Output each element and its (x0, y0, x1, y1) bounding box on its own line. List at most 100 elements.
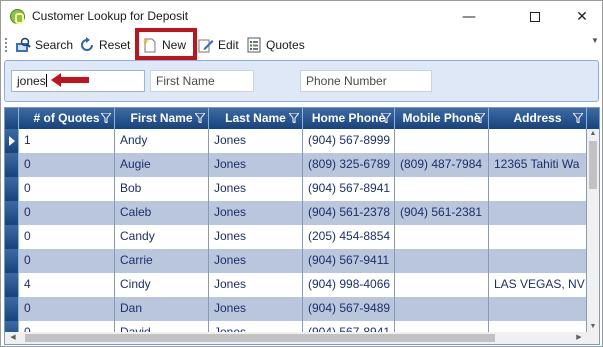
cell-quotes[interactable]: 0 (19, 153, 115, 177)
cell-last-name[interactable]: Jones (209, 297, 303, 321)
cell-mobile-phone[interactable] (395, 249, 489, 273)
first-name-input[interactable]: First Name (150, 70, 254, 92)
text-caret (45, 74, 47, 87)
row-selector[interactable] (5, 249, 19, 273)
filter-icon[interactable] (381, 113, 391, 123)
table-row[interactable]: 1 Andy Jones (904) 567-8999 (5, 129, 587, 153)
cell-quotes[interactable]: 1 (19, 129, 115, 153)
scroll-down-icon[interactable]: ▼ (587, 322, 599, 332)
cell-address[interactable] (489, 225, 587, 249)
horizontal-scroll-thumb[interactable] (25, 334, 495, 342)
cell-mobile-phone[interactable]: (809) 487-7984 (395, 153, 489, 177)
cell-quotes[interactable]: 0 (19, 201, 115, 225)
filter-icon[interactable] (101, 113, 111, 123)
cell-mobile-phone[interactable]: (904) 561-2381 (395, 201, 489, 225)
cell-last-name[interactable]: Jones (209, 201, 303, 225)
cell-address[interactable]: 12365 Tahiti Wa (489, 153, 587, 177)
cell-address[interactable] (489, 249, 587, 273)
table-row[interactable]: 0 Bob Jones (904) 567-8941 (5, 177, 587, 201)
cell-home-phone[interactable]: (904) 567-9411 (303, 249, 395, 273)
cell-first-name[interactable]: Cindy (115, 273, 209, 297)
cell-quotes[interactable]: 0 (19, 249, 115, 273)
filter-icon[interactable] (573, 113, 583, 123)
toolbar: Search Reset New Edit Quotes (1, 32, 602, 58)
cell-mobile-phone[interactable] (395, 225, 489, 249)
phone-number-input[interactable]: Phone Number (300, 70, 432, 92)
cell-first-name[interactable]: Dan (115, 297, 209, 321)
filter-icon[interactable] (289, 113, 299, 123)
toolbar-grip-icon[interactable] (5, 38, 7, 52)
cell-mobile-phone[interactable] (395, 273, 489, 297)
cell-mobile-phone[interactable] (395, 297, 489, 321)
filter-icon[interactable] (475, 113, 485, 123)
row-selector[interactable] (5, 177, 19, 201)
cell-address[interactable] (489, 201, 587, 225)
cell-quotes[interactable]: 0 (19, 177, 115, 201)
cell-mobile-phone[interactable] (395, 129, 489, 153)
cell-last-name[interactable]: Jones (209, 177, 303, 201)
cell-home-phone[interactable]: (904) 998-4066 (303, 273, 395, 297)
cell-quotes[interactable]: 0 (19, 297, 115, 321)
table-row[interactable]: 0 Carrie Jones (904) 567-9411 (5, 249, 587, 273)
vertical-scroll-thumb[interactable] (589, 141, 597, 189)
reset-button-label: Reset (99, 38, 131, 52)
row-selector[interactable] (5, 201, 19, 225)
grid-header: # of Quotes First Name Last Name Home Ph… (5, 108, 599, 129)
cell-first-name[interactable]: Carrie (115, 249, 209, 273)
cell-address[interactable]: LAS VEGAS, NV (489, 273, 587, 297)
column-header-address[interactable]: Address (489, 108, 587, 129)
cell-last-name[interactable]: Jones (209, 273, 303, 297)
column-header-mobile-phone[interactable]: Mobile Phone (395, 108, 489, 129)
cell-first-name[interactable]: Caleb (115, 201, 209, 225)
cell-quotes[interactable]: 4 (19, 273, 115, 297)
row-selector[interactable] (5, 153, 19, 177)
row-selector[interactable] (5, 129, 19, 153)
cell-first-name[interactable]: Augie (115, 153, 209, 177)
cell-mobile-phone[interactable] (395, 177, 489, 201)
cell-home-phone[interactable]: (904) 567-8941 (303, 177, 395, 201)
cell-address[interactable] (489, 297, 587, 321)
column-header-last-name[interactable]: Last Name (209, 108, 303, 129)
cell-home-phone[interactable]: (809) 325-6789 (303, 153, 395, 177)
cell-home-phone[interactable]: (904) 561-2378 (303, 201, 395, 225)
search-button[interactable]: Search (15, 34, 73, 56)
cell-last-name[interactable]: Jones (209, 129, 303, 153)
cell-first-name[interactable]: Bob (115, 177, 209, 201)
cell-last-name[interactable]: Jones (209, 249, 303, 273)
close-button[interactable]: ✕ (561, 4, 602, 30)
vertical-scrollbar[interactable]: ▲ ▼ (587, 129, 599, 332)
column-header-first-name[interactable]: First Name (115, 108, 209, 129)
cell-first-name[interactable]: Andy (115, 129, 209, 153)
quotes-button[interactable]: Quotes (246, 34, 305, 56)
row-selector[interactable] (5, 273, 19, 297)
edit-button[interactable]: Edit (198, 34, 239, 56)
cell-last-name[interactable]: Jones (209, 225, 303, 249)
cell-last-name[interactable]: Jones (209, 153, 303, 177)
scroll-up-icon[interactable]: ▲ (587, 129, 599, 139)
filter-icon[interactable] (195, 113, 205, 123)
table-row[interactable]: 0 Caleb Jones (904) 561-2378 (904) 561-2… (5, 201, 587, 225)
toolbar-overflow-icon[interactable]: ▼ (591, 37, 599, 51)
table-row[interactable]: 0 Dan Jones (904) 567-9489 (5, 297, 587, 321)
cell-quotes[interactable]: 0 (19, 225, 115, 249)
cell-first-name[interactable]: Candy (115, 225, 209, 249)
column-header-home-phone[interactable]: Home Phone (303, 108, 395, 129)
cell-home-phone[interactable]: (904) 567-8999 (303, 129, 395, 153)
cell-home-phone[interactable]: (904) 567-9489 (303, 297, 395, 321)
horizontal-scrollbar[interactable]: ◀ ▶ (5, 332, 587, 344)
scroll-left-icon[interactable]: ◀ (7, 332, 19, 344)
scroll-right-icon[interactable]: ▶ (573, 332, 585, 344)
row-selector[interactable] (5, 297, 19, 321)
table-row[interactable]: 0 Augie Jones (809) 325-6789 (809) 487-7… (5, 153, 587, 177)
cell-home-phone[interactable]: (205) 454-8854 (303, 225, 395, 249)
maximize-button[interactable] (514, 4, 556, 30)
row-selector[interactable] (5, 225, 19, 249)
search-icon (16, 37, 31, 52)
table-row[interactable]: 4 Cindy Jones (904) 998-4066 LAS VEGAS, … (5, 273, 587, 297)
cell-address[interactable] (489, 129, 587, 153)
cell-address[interactable] (489, 177, 587, 201)
minimize-button[interactable]: — (448, 4, 490, 30)
reset-button[interactable]: Reset (79, 34, 130, 56)
table-row[interactable]: 0 Candy Jones (205) 454-8854 (5, 225, 587, 249)
column-header-quotes[interactable]: # of Quotes (19, 108, 115, 129)
